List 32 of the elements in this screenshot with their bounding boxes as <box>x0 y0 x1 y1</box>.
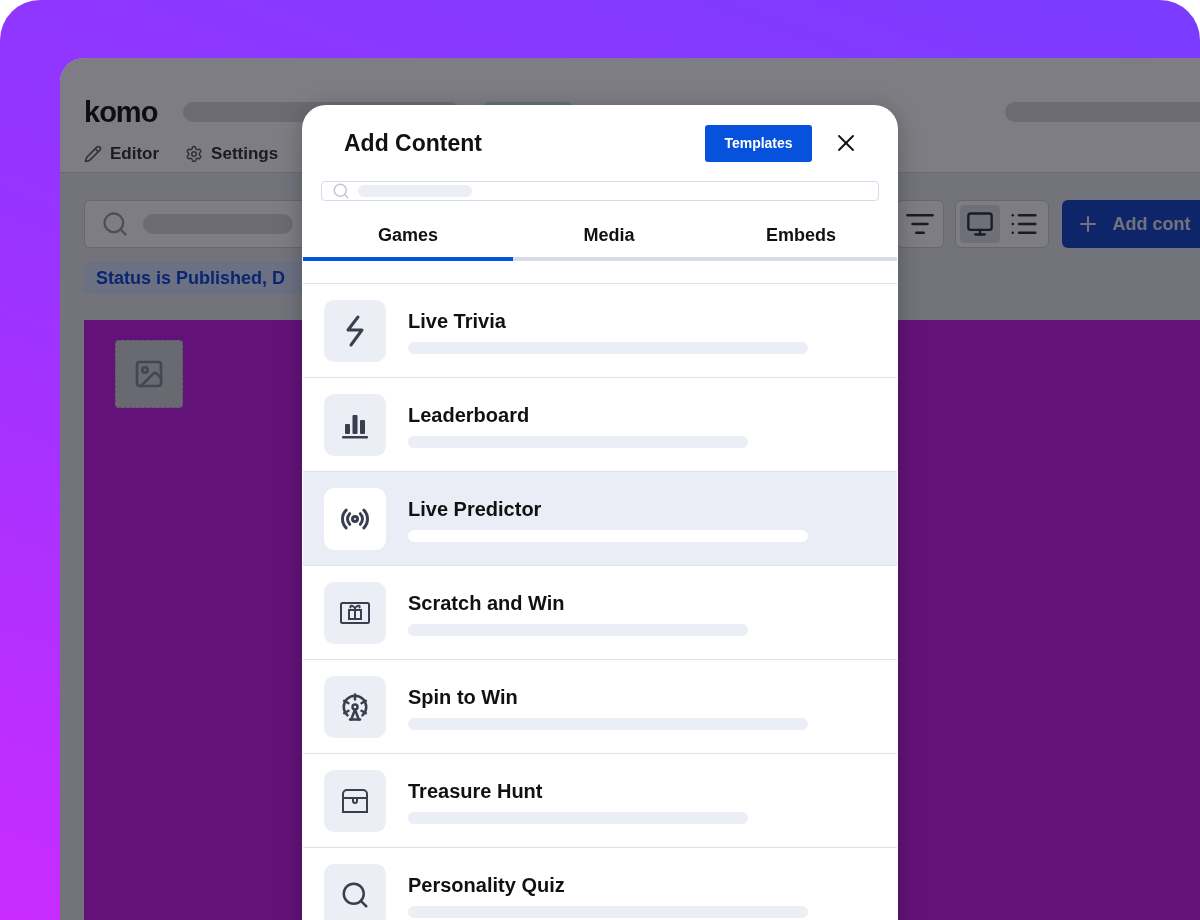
chest-icon <box>340 787 370 815</box>
filter-button[interactable] <box>896 200 945 248</box>
content-item[interactable]: Personality Quiz <box>303 847 897 920</box>
tab[interactable]: Media <box>513 213 705 261</box>
nav-tab[interactable]: Editor <box>84 144 160 164</box>
nav-label: Settings <box>211 144 279 164</box>
ferris-wheel-icon <box>340 692 370 722</box>
content-item[interactable]: Live Predictor <box>303 471 897 565</box>
item-title: Live Predictor <box>408 498 543 521</box>
image-icon <box>133 358 165 390</box>
search-field[interactable] <box>321 181 879 201</box>
item-title: Personality Quiz <box>408 874 566 897</box>
templates-button[interactable]: Templates <box>705 124 812 162</box>
tab[interactable]: Games <box>303 213 513 261</box>
tab[interactable]: Embeds <box>705 213 897 261</box>
view-button[interactable] <box>960 205 1001 243</box>
item-title: Treasure Hunt <box>408 780 544 803</box>
search-icon <box>101 210 129 238</box>
nav-label: Editor <box>110 144 160 164</box>
logo: komo <box>84 98 159 126</box>
search-icon <box>332 182 350 200</box>
magnifier-icon <box>340 880 370 910</box>
modal-title: Add Content <box>344 129 483 157</box>
pencil-icon <box>84 145 102 163</box>
item-title: Leaderboard <box>408 404 531 427</box>
item-title: Live Trivia <box>408 310 507 333</box>
item-title: Spin to Win <box>408 686 519 709</box>
settings-icon <box>185 145 204 163</box>
monitor-icon <box>966 210 995 238</box>
item-title: Scratch and Win <box>408 592 566 615</box>
gift-ticket-icon <box>339 600 371 626</box>
nav-tab[interactable]: Settings <box>185 144 279 164</box>
